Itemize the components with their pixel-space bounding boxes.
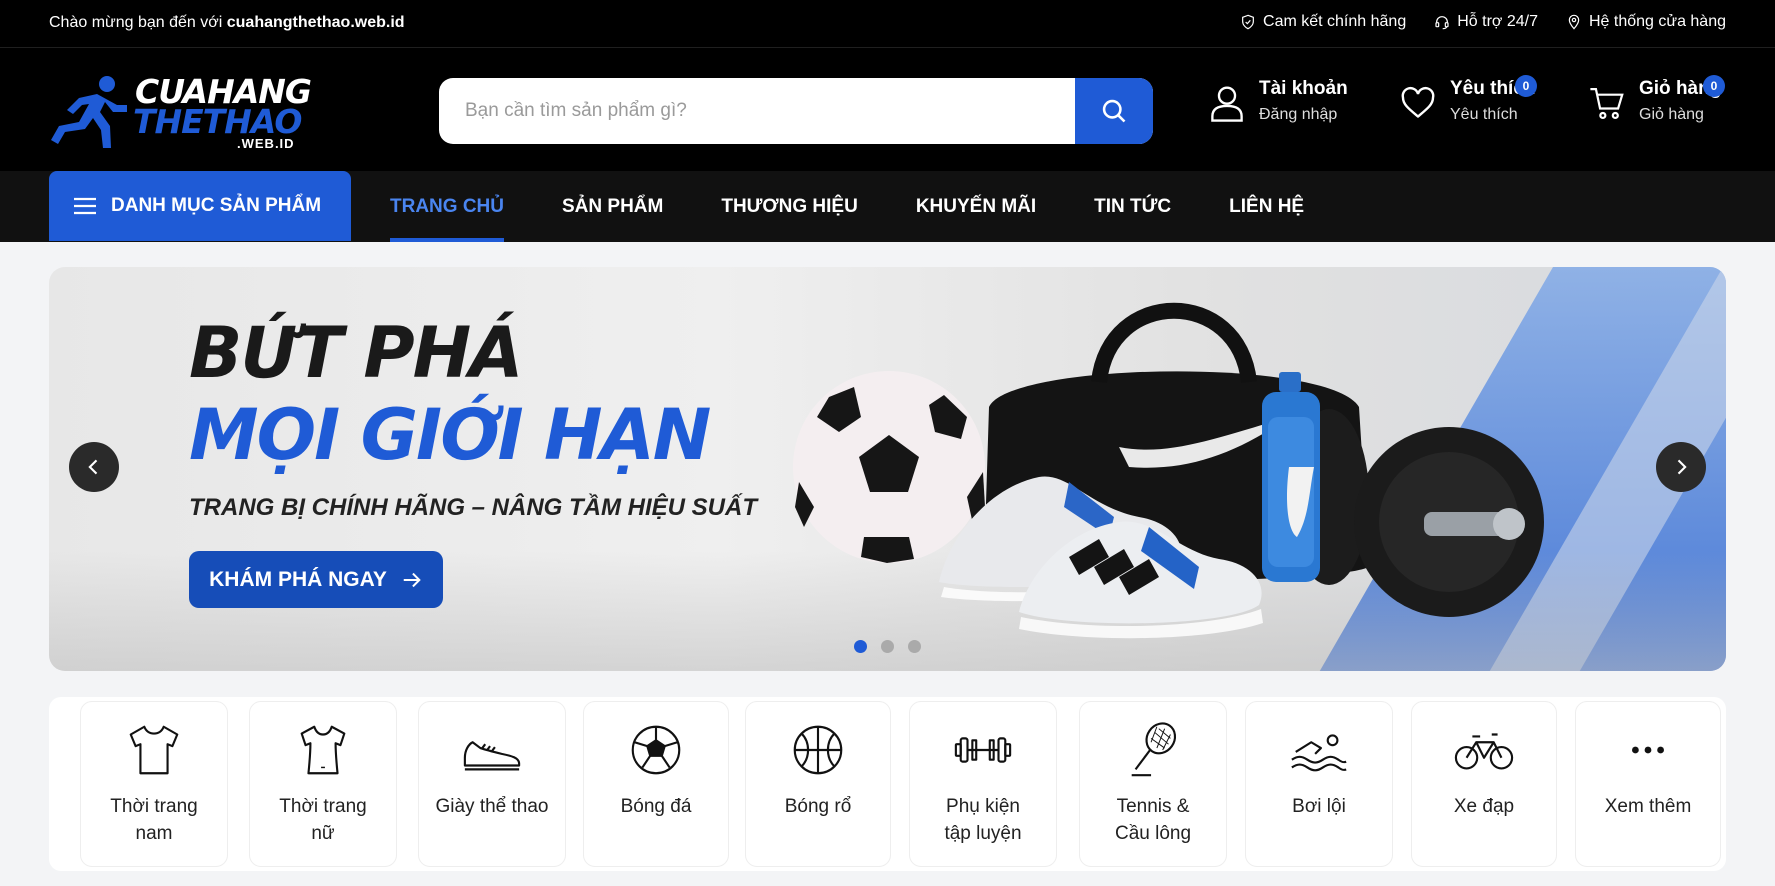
- cart-icon: [1590, 88, 1624, 120]
- search-button[interactable]: [1075, 78, 1153, 144]
- cart-subtitle: Giỏ hàng: [1639, 106, 1704, 123]
- category-tennis-badminton[interactable]: Tennis & Cầu lông: [1079, 701, 1227, 867]
- search-icon: [1102, 99, 1126, 123]
- category-label: Bóng đá: [620, 796, 692, 817]
- category-cycling[interactable]: Xe đạp: [1411, 701, 1557, 867]
- link-stores-label: Hệ thống cửa hàng: [1588, 13, 1726, 30]
- header: CUAHANG THETHAO .WEB.ID Tài khoản Đăng n…: [0, 48, 1775, 171]
- hamburger-icon: [74, 197, 96, 215]
- category-label: Giày thể thao: [435, 796, 549, 817]
- hero-banner: BỨT PHÁ MỌI GIỚI HẠN TRANG BỊ CHÍNH HÃNG…: [49, 267, 1726, 671]
- category-menu-button[interactable]: DANH MỤC SẢN PHẨM: [49, 171, 351, 241]
- runner-logo-icon: [51, 76, 127, 148]
- nav-item-products[interactable]: SẢN PHẨM: [562, 171, 663, 242]
- racket-icon: [1131, 722, 1177, 777]
- search-bar: [439, 78, 1153, 144]
- category-label: Thời trang nữ: [279, 796, 367, 844]
- category-label: Phụ kiện tập luyện: [944, 796, 1022, 844]
- arrow-right-icon: [403, 572, 421, 587]
- nav-item-promotions[interactable]: KHUYẾN MÃI: [916, 171, 1036, 242]
- category-menu-label: DANH MỤC SẢN PHẨM: [111, 195, 322, 216]
- link-authentic[interactable]: Cam kết chính hãng: [1240, 13, 1406, 31]
- sneaker-icon: [463, 741, 521, 771]
- nav-item-brands[interactable]: THƯƠNG HIỆU: [721, 171, 857, 242]
- cart-menu[interactable]: Giỏ hàng Giỏ hàng: [1589, 76, 1721, 124]
- more-dots-icon: [1632, 746, 1664, 754]
- category-label: Bơi lội: [1292, 796, 1346, 817]
- banner-product-image: [793, 302, 1544, 639]
- link-support-label: Hỗ trợ 24/7: [1457, 13, 1538, 30]
- category-training-accessories[interactable]: Phụ kiện tập luyện: [909, 701, 1057, 867]
- top-links: Cam kết chính hãng Hỗ trợ 24/7 Hệ thống …: [1240, 13, 1726, 31]
- category-label: Xe đạp: [1453, 796, 1515, 817]
- swimmer-icon: [1291, 734, 1347, 772]
- carousel-dot-1[interactable]: [854, 640, 867, 653]
- user-icon: [1211, 86, 1243, 122]
- tshirt-women-icon: [300, 725, 346, 775]
- carousel-next-button[interactable]: [1656, 442, 1706, 492]
- nav-item-news[interactable]: TIN TỨC: [1094, 171, 1171, 242]
- category-see-more[interactable]: Xem thêm: [1575, 701, 1721, 867]
- dumbbell-icon: [954, 737, 1012, 763]
- category-football[interactable]: Bóng đá: [583, 701, 729, 867]
- shield-icon: [1242, 14, 1254, 30]
- main-nav: DANH MỤC SẢN PHẨM TRANG CHỦ SẢN PHẨM THƯ…: [0, 171, 1775, 242]
- soccer-ball-icon: [631, 725, 681, 775]
- link-support[interactable]: Hỗ trợ 24/7: [1434, 13, 1538, 31]
- chevron-right-icon: [1677, 459, 1687, 475]
- chevron-left-icon: [88, 459, 98, 475]
- category-sneakers[interactable]: Giày thể thao: [418, 701, 566, 867]
- welcome-site: cuahangthethao.web.id: [226, 14, 405, 31]
- category-label: Bóng rổ: [784, 796, 852, 817]
- nav-menu: TRANG CHỦ SẢN PHẨM THƯƠNG HIỆU KHUYẾN MÃ…: [390, 171, 1304, 242]
- headset-icon: [1435, 16, 1449, 30]
- top-bar: Chào mừng bạn đến với cuahangthethao.web…: [0, 0, 1775, 48]
- category-strip: Thời trang nam Thời trang nữ Giày thể thao…: [49, 697, 1726, 871]
- basketball-icon: [793, 725, 843, 775]
- welcome-prefix: Chào mừng bạn đến với: [49, 14, 227, 31]
- carousel-dot-2[interactable]: [881, 640, 894, 653]
- heart-icon: [1401, 86, 1435, 119]
- banner-headline-1: BỨT PHÁ: [189, 312, 523, 394]
- logo-text-line3: .WEB.ID: [237, 136, 295, 151]
- cart-count-badge: 0: [1703, 75, 1725, 97]
- category-label: Thời trang nam: [110, 796, 198, 844]
- bicycle-icon: [1454, 733, 1514, 770]
- category-swimming[interactable]: Bơi lội: [1245, 701, 1393, 867]
- wishlist-subtitle: Yêu thích: [1450, 106, 1518, 123]
- account-title: Tài khoản: [1259, 78, 1348, 99]
- account-subtitle: Đăng nhập: [1259, 106, 1338, 123]
- site-logo[interactable]: CUAHANG THETHAO .WEB.ID: [49, 72, 312, 151]
- account-menu[interactable]: Tài khoản Đăng nhập: [1209, 76, 1348, 124]
- nav-item-home[interactable]: TRANG CHỦ: [390, 171, 504, 242]
- category-label: Tennis & Cầu lông: [1114, 796, 1192, 844]
- nav-item-contact[interactable]: LIÊN HỆ: [1229, 171, 1304, 242]
- welcome-text: Chào mừng bạn đến với cuahangthethao.web…: [49, 14, 405, 32]
- link-authentic-label: Cam kết chính hãng: [1263, 13, 1407, 30]
- link-stores[interactable]: Hệ thống cửa hàng: [1566, 13, 1726, 31]
- location-pin-icon: [1568, 14, 1580, 30]
- category-men-fashion[interactable]: Thời trang nam: [80, 701, 228, 867]
- carousel-prev-button[interactable]: [69, 442, 119, 492]
- tshirt-icon: [129, 725, 179, 775]
- search-input[interactable]: [439, 78, 1074, 144]
- category-women-fashion[interactable]: Thời trang nữ: [249, 701, 397, 867]
- explore-now-label: KHÁM PHÁ NGAY: [209, 567, 387, 591]
- explore-now-button[interactable]: KHÁM PHÁ NGAY: [189, 551, 443, 608]
- category-basketball[interactable]: Bóng rổ: [745, 701, 891, 867]
- banner-subtitle: TRANG BỊ CHÍNH HÃNG – NÂNG TẦM HIỆU SUẤT: [189, 494, 757, 521]
- wishlist-count-badge: 0: [1515, 75, 1537, 97]
- carousel-dots: [854, 640, 921, 653]
- banner-headline-2: MỌI GIỚI HẠN: [189, 394, 711, 476]
- carousel-dot-3[interactable]: [908, 640, 921, 653]
- category-label: Xem thêm: [1604, 796, 1692, 817]
